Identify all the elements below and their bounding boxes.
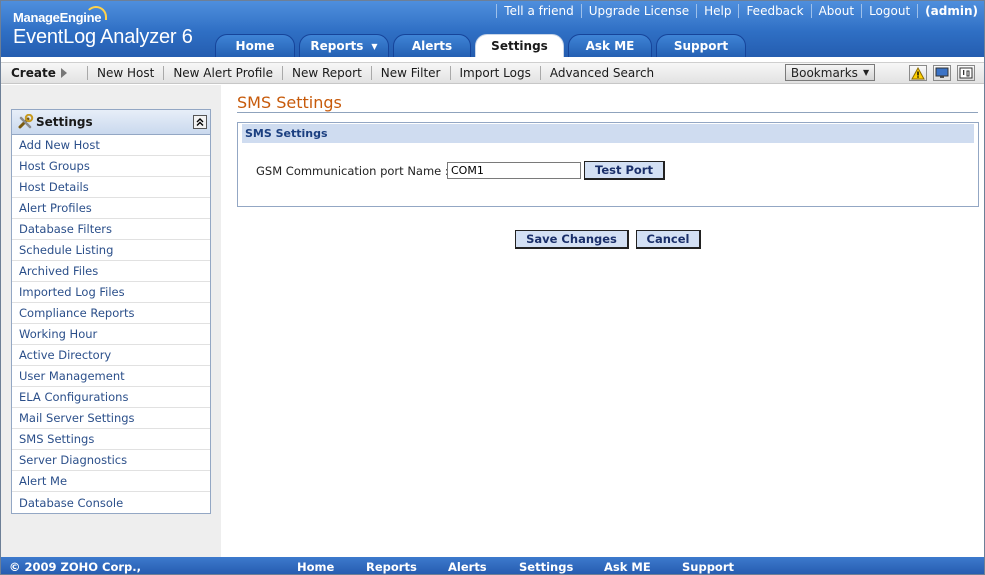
- gsm-port-label: GSM Communication port Name :: [256, 164, 449, 178]
- tab-ask-me[interactable]: Ask ME: [568, 34, 652, 57]
- collapse-icon[interactable]: [193, 115, 207, 129]
- advanced-search-link[interactable]: Advanced Search: [550, 66, 654, 80]
- tell-a-friend-link[interactable]: Tell a friend: [504, 4, 573, 18]
- tab-label: Alerts: [411, 39, 453, 53]
- footer-link-home[interactable]: Home: [297, 560, 334, 574]
- tab-label: Settings: [491, 39, 548, 53]
- arrow-right-icon: [60, 68, 67, 78]
- app-window: ManageEngine EventLog Analyzer 6 Tell a …: [0, 0, 985, 575]
- gsm-port-input[interactable]: [447, 162, 581, 179]
- create-label: Create: [11, 66, 56, 80]
- tools-icon: [17, 113, 34, 133]
- current-user: (admin): [925, 4, 978, 18]
- sidebar-item-mail-server-settings[interactable]: Mail Server Settings: [12, 408, 210, 429]
- sidebar-item-alert-profiles[interactable]: Alert Profiles: [12, 198, 210, 219]
- divider: [917, 4, 919, 18]
- create-menu[interactable]: Create: [11, 66, 67, 80]
- tab-home[interactable]: Home: [215, 34, 295, 57]
- dropdown-caret-icon: ▼: [371, 41, 378, 51]
- sidebar-item-database-filters[interactable]: Database Filters: [12, 219, 210, 240]
- footer-link-settings[interactable]: Settings: [519, 560, 573, 574]
- binary-toggle-icon[interactable]: [957, 65, 975, 81]
- cancel-button[interactable]: Cancel: [636, 230, 701, 249]
- new-report-link[interactable]: New Report: [292, 66, 362, 80]
- divider: [738, 4, 740, 18]
- sidebar-item-host-details[interactable]: Host Details: [12, 177, 210, 198]
- sidebar-title: Settings: [36, 115, 93, 129]
- sidebar-item-user-management[interactable]: User Management: [12, 366, 210, 387]
- bookmarks-dropdown[interactable]: Bookmarks ▼: [785, 64, 875, 81]
- copyright-text: © 2009 ZOHO Corp.,: [9, 560, 142, 574]
- sidebar-item-working-hour[interactable]: Working Hour: [12, 324, 210, 345]
- settings-sidebar: Settings Add New Host Host Groups Host D…: [11, 109, 211, 514]
- sidebar-header: Settings: [12, 110, 210, 135]
- tab-label: Reports: [310, 39, 364, 53]
- sidebar-item-schedule-listing[interactable]: Schedule Listing: [12, 240, 210, 261]
- tab-reports[interactable]: Reports ▼: [299, 34, 389, 57]
- divider: [810, 4, 812, 18]
- sidebar-item-archived-files[interactable]: Archived Files: [12, 261, 210, 282]
- tab-settings[interactable]: Settings: [475, 34, 564, 57]
- header: ManageEngine EventLog Analyzer 6 Tell a …: [1, 1, 984, 57]
- page-title: SMS Settings: [237, 93, 342, 112]
- main-tabs: Home Reports ▼ Alerts Settings Ask ME Sup…: [215, 34, 750, 57]
- footer-link-ask-me[interactable]: Ask ME: [604, 560, 651, 574]
- sidebar-item-add-new-host[interactable]: Add New Host: [12, 135, 210, 156]
- footer-link-alerts[interactable]: Alerts: [448, 560, 487, 574]
- sidebar-menu: Add New Host Host Groups Host Details Al…: [12, 135, 210, 513]
- upgrade-license-link[interactable]: Upgrade License: [589, 4, 689, 18]
- title-divider: [237, 112, 978, 113]
- monitor-icon[interactable]: [933, 65, 951, 81]
- chevron-down-icon: ▼: [862, 68, 870, 77]
- divider: [282, 66, 283, 80]
- divider: [370, 66, 372, 80]
- divider: [539, 66, 541, 80]
- test-port-button[interactable]: Test Port: [584, 161, 665, 180]
- sidebar-item-compliance-reports[interactable]: Compliance Reports: [12, 303, 210, 324]
- create-items: New Host New Alert Profile New Report Ne…: [78, 66, 654, 80]
- top-links: Tell a friend Upgrade License Help Feedb…: [489, 4, 978, 18]
- section-header: SMS Settings: [242, 124, 974, 143]
- tab-label: Ask ME: [585, 39, 635, 53]
- about-link[interactable]: About: [819, 4, 854, 18]
- sidebar-item-database-console[interactable]: Database Console: [12, 492, 210, 513]
- divider: [87, 66, 88, 80]
- logout-link[interactable]: Logout: [869, 4, 910, 18]
- logo-arc-icon: [85, 6, 107, 20]
- new-alert-profile-link[interactable]: New Alert Profile: [173, 66, 273, 80]
- divider: [861, 4, 863, 18]
- logo-product: EventLog Analyzer 6: [13, 26, 193, 48]
- sidebar-item-sms-settings[interactable]: SMS Settings: [12, 429, 210, 450]
- sidebar-item-host-groups[interactable]: Host Groups: [12, 156, 210, 177]
- divider: [696, 4, 698, 18]
- new-host-link[interactable]: New Host: [97, 66, 154, 80]
- toolbar: Create New Host New Alert Profile New Re…: [1, 62, 984, 84]
- divider: [163, 66, 165, 80]
- tab-alerts[interactable]: Alerts: [393, 34, 471, 57]
- tab-label: Home: [235, 39, 275, 53]
- footer: © 2009 ZOHO Corp., Home Reports Alerts S…: [1, 557, 984, 574]
- divider: [449, 66, 451, 80]
- new-filter-link[interactable]: New Filter: [381, 66, 441, 80]
- sidebar-item-imported-log-files[interactable]: Imported Log Files: [12, 282, 210, 303]
- tab-support[interactable]: Support: [656, 34, 746, 57]
- tab-label: Support: [673, 39, 729, 53]
- divider: [580, 4, 582, 18]
- footer-link-reports[interactable]: Reports: [366, 560, 417, 574]
- sidebar-item-server-diagnostics[interactable]: Server Diagnostics: [12, 450, 210, 471]
- feedback-link[interactable]: Feedback: [746, 4, 803, 18]
- help-link[interactable]: Help: [704, 4, 731, 18]
- sidebar-item-ela-configurations[interactable]: ELA Configurations: [12, 387, 210, 408]
- sidebar-item-active-directory[interactable]: Active Directory: [12, 345, 210, 366]
- sidebar-item-alert-me[interactable]: Alert Me: [12, 471, 210, 492]
- divider: [496, 4, 498, 18]
- bookmarks-label: Bookmarks: [790, 65, 858, 80]
- alarm-warning-icon[interactable]: [909, 65, 927, 81]
- footer-link-support[interactable]: Support: [682, 560, 734, 574]
- save-changes-button[interactable]: Save Changes: [515, 230, 629, 249]
- import-logs-link[interactable]: Import Logs: [460, 66, 531, 80]
